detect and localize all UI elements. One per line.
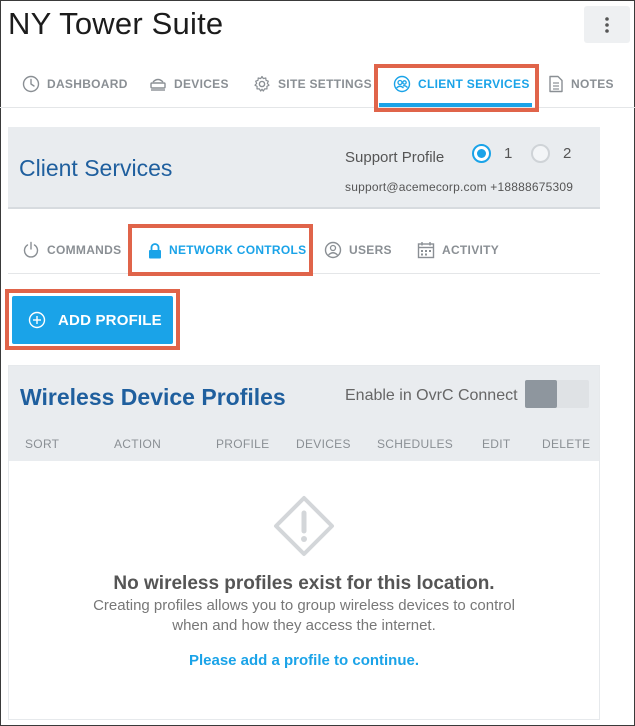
tab-commands-label: COMMANDS bbox=[47, 243, 122, 257]
tab-devices[interactable]: DEVICES bbox=[149, 64, 229, 104]
empty-state-description-line-1: Creating profiles allows you to group wi… bbox=[93, 597, 515, 614]
warning-icon bbox=[274, 496, 334, 556]
tab-site-settings-label: SITE SETTINGS bbox=[278, 77, 372, 91]
highlight-add-profile bbox=[5, 289, 180, 350]
top-tab-bar: DASHBOARD DEVICES SITE SETTINGS CLIENT S… bbox=[0, 64, 635, 108]
support-profile-radio-2[interactable] bbox=[531, 144, 550, 163]
app-title: NY Tower Suite bbox=[8, 6, 224, 41]
client-services-header: Client Services Support Profile 1 2 supp… bbox=[8, 127, 600, 209]
kebab-vertical-icon bbox=[605, 16, 609, 33]
tab-users-label: USERS bbox=[349, 243, 392, 257]
user-circle-icon bbox=[324, 241, 342, 259]
highlight-client-services bbox=[374, 64, 539, 112]
wireless-profiles-panel: Wireless Device Profiles Enable in OvrC … bbox=[8, 365, 600, 720]
support-profile-label: Support Profile bbox=[345, 149, 445, 166]
support-contact: support@acemecorp.com +18888675309 bbox=[345, 180, 574, 194]
support-profile-option-1-label: 1 bbox=[504, 145, 513, 162]
page-title: Client Services bbox=[19, 155, 173, 181]
toggle-knob bbox=[525, 380, 557, 408]
power-icon bbox=[23, 241, 39, 258]
tab-activity[interactable]: ACTIVITY bbox=[417, 238, 499, 262]
column-devices: DEVICES bbox=[296, 437, 351, 451]
empty-state-description: Creating profiles allows you to group wi… bbox=[9, 596, 599, 636]
tab-users[interactable]: USERS bbox=[324, 238, 392, 262]
tab-notes[interactable]: NOTES bbox=[548, 64, 614, 104]
highlight-network-controls bbox=[128, 224, 313, 276]
tab-commands[interactable]: COMMANDS bbox=[22, 238, 121, 262]
document-icon bbox=[549, 75, 563, 93]
tab-dashboard-label: DASHBOARD bbox=[47, 77, 128, 91]
column-schedules: SCHEDULES bbox=[377, 437, 454, 451]
enable-ovrc-label: Enable in OvrC Connect bbox=[345, 387, 518, 404]
column-profile: PROFILE bbox=[216, 437, 270, 451]
support-profile-radio-1[interactable] bbox=[472, 144, 491, 163]
column-sort: SORT bbox=[25, 437, 60, 451]
tab-site-settings[interactable]: SITE SETTINGS bbox=[253, 64, 372, 104]
tab-devices-label: DEVICES bbox=[174, 77, 229, 91]
column-delete: DELETE bbox=[542, 437, 591, 451]
tab-activity-label: ACTIVITY bbox=[442, 243, 500, 257]
tab-dashboard[interactable]: DASHBOARD bbox=[22, 64, 128, 104]
calendar-icon bbox=[417, 242, 435, 259]
dashboard-gauge-icon bbox=[22, 75, 40, 93]
support-profile-option-2-label: 2 bbox=[563, 145, 572, 162]
router-icon bbox=[150, 78, 166, 91]
tab-notes-label: NOTES bbox=[571, 77, 614, 91]
empty-state-title: No wireless profiles exist for this loca… bbox=[113, 573, 495, 594]
wireless-profiles-header: Wireless Device Profiles Enable in OvrC … bbox=[9, 366, 599, 461]
wireless-profiles-title: Wireless Device Profiles bbox=[20, 384, 286, 410]
enable-ovrc-toggle[interactable] bbox=[525, 380, 589, 408]
empty-state-description-line-2: when and how they access the internet. bbox=[172, 617, 436, 634]
more-options-button[interactable] bbox=[584, 6, 630, 43]
add-profile-link[interactable]: Please add a profile to continue. bbox=[9, 652, 599, 669]
gear-icon bbox=[254, 75, 270, 92]
column-action: ACTION bbox=[114, 437, 162, 451]
column-edit: EDIT bbox=[482, 437, 511, 451]
